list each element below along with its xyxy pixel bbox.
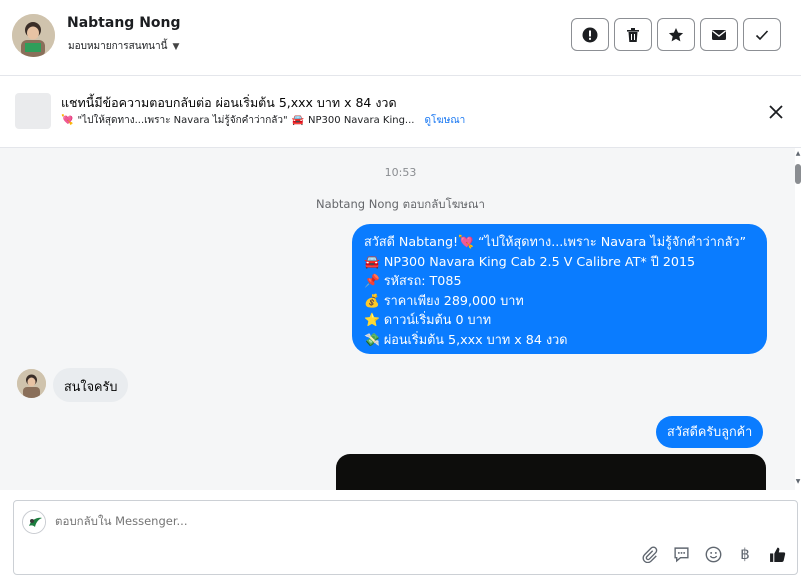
alert-icon — [582, 27, 598, 42]
emoji-icon — [705, 546, 721, 562]
scroll-up-icon[interactable]: ▲ — [795, 150, 801, 158]
contact-name: Nabtang Nong — [67, 15, 181, 31]
view-ad-link[interactable]: ดูโฆษณา — [424, 113, 465, 128]
reply-composer: ฿ — [13, 500, 798, 575]
message-line: ⭐ ดาวน์เริ่มต้น 0 บาท — [364, 312, 492, 328]
ad-context-banner: แชทนี้มีข้อความตอบกลับต่อ ผ่อนเริ่มต้น 5… — [0, 76, 801, 148]
paperclip-icon — [641, 546, 657, 563]
composer-tools: ฿ — [640, 545, 786, 563]
saved-replies-button[interactable] — [672, 545, 690, 563]
assign-conversation-dropdown[interactable]: มอบหมายการสนทนานี้ ▼ — [68, 39, 179, 54]
ad-banner-title: แชทนี้มีข้อความตอบกลับต่อ ผ่อนเริ่มต้น 5… — [61, 95, 397, 110]
done-button[interactable] — [743, 18, 781, 51]
envelope-icon — [712, 29, 726, 40]
emoji-button[interactable] — [704, 545, 722, 563]
message-input[interactable] — [55, 514, 655, 528]
contact-avatar[interactable] — [12, 14, 55, 57]
message-line: สวัสดี Nabtang!💘 “ไปให้สุดทาง...เพราะ Na… — [364, 234, 747, 249]
conversation-header: Nabtang Nong มอบหมายการสนทนานี้ ▼ — [0, 0, 801, 76]
message-line: 📌 รหัสรถ: T085 — [364, 273, 462, 289]
image-attachment[interactable] — [336, 454, 766, 490]
conversation-thread[interactable]: 10:53 Nabtang Nong ตอบกลับโฆษณา สวัสดี N… — [0, 148, 795, 490]
ad-thumbnail — [15, 93, 51, 129]
ad-subtitle-text: "ไปให้สุดทาง...เพราะ Navara ไม่รู้จักคำว… — [77, 115, 288, 126]
like-button[interactable] — [768, 545, 786, 563]
star-icon — [668, 27, 684, 41]
incoming-message-bubble[interactable]: สนใจครับ — [53, 368, 129, 402]
outgoing-message-bubble[interactable]: สวัสดี Nabtang!💘 “ไปให้สุดทาง...เพราะ Na… — [352, 224, 767, 354]
saved-reply-icon — [673, 546, 689, 562]
sender-avatar — [17, 369, 46, 398]
heart-emoji: 💘 — [61, 115, 74, 126]
caret-down-icon: ▼ — [172, 41, 180, 52]
spam-button[interactable] — [571, 18, 609, 51]
delete-button[interactable] — [614, 18, 652, 51]
star-button[interactable] — [657, 18, 695, 51]
page-avatar — [22, 510, 46, 534]
ad-banner-subtitle: 💘 "ไปให้สุดทาง...เพราะ Navara ไม่รู้จักค… — [61, 113, 465, 128]
header-actions — [571, 18, 781, 51]
trash-icon — [627, 27, 639, 42]
mark-unread-button[interactable] — [700, 18, 738, 51]
message-line: 🚘 NP300 Navara King Cab 2.5 V Calibre AT… — [364, 253, 696, 269]
ad-subtitle-model: NP300 Navara King... — [308, 115, 415, 126]
scrollbar-thumb[interactable] — [795, 164, 801, 184]
conversation-scrollbar[interactable]: ▲ ▼ — [795, 148, 801, 490]
assign-label: มอบหมายการสนทนานี้ — [68, 41, 168, 52]
car-emoji: 🚘 — [291, 115, 305, 126]
baht-icon[interactable]: ฿ — [736, 545, 754, 563]
message-line: 💸 ผ่อนเริ่มต้น 5,xxx บาท x 84 งวด — [364, 331, 568, 347]
outgoing-greeting-bubble[interactable]: สวัสดีครับลูกค้า — [656, 416, 764, 448]
check-icon — [755, 29, 769, 40]
scroll-down-icon[interactable]: ▼ — [795, 478, 801, 486]
message-timestamp: 10:53 — [384, 166, 417, 179]
thumbs-up-icon — [769, 547, 785, 562]
message-line: 💰 ราคาเพียง 289,000 บาท — [364, 292, 524, 308]
ad-reply-note: Nabtang Nong ตอบกลับโฆษณา — [315, 197, 486, 211]
close-icon[interactable] — [767, 103, 785, 121]
attach-button[interactable] — [640, 545, 658, 563]
